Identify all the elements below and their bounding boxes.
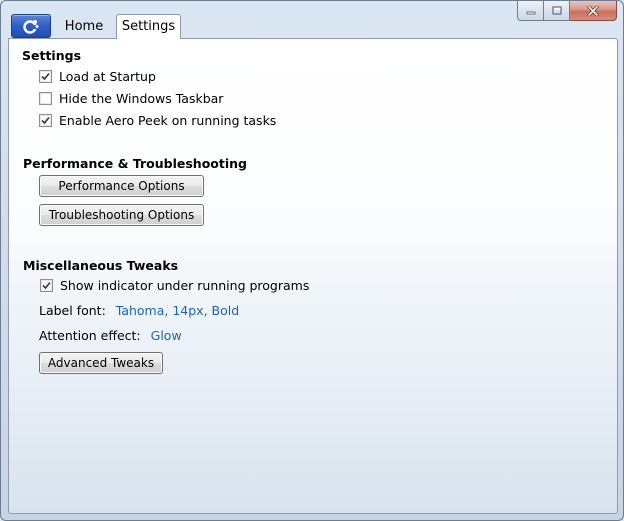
label-font-row: Label font: Tahoma, 14px, Bold — [39, 303, 239, 318]
load-at-startup-label: Load at Startup — [59, 69, 156, 84]
aero-peek-checkbox[interactable] — [39, 114, 52, 127]
load-at-startup-checkbox[interactable] — [39, 70, 52, 83]
checkmark-icon — [41, 72, 50, 81]
caption-buttons — [517, 1, 617, 21]
attention-effect-label: Attention effect: — [39, 328, 141, 343]
close-icon — [587, 5, 599, 16]
minimize-button[interactable] — [517, 1, 544, 21]
hide-taskbar-checkbox[interactable] — [39, 92, 52, 105]
app-window: Home Settings Settings Load at Startup H… — [0, 0, 624, 521]
show-indicator-checkbox[interactable] — [40, 279, 53, 292]
aero-peek-label: Enable Aero Peek on running tasks — [59, 113, 277, 128]
title-bar: Home Settings — [1, 1, 623, 39]
close-button[interactable] — [570, 1, 617, 21]
show-indicator-label: Show indicator under running programs — [60, 278, 310, 293]
performance-heading: Performance & Troubleshooting — [23, 156, 247, 171]
app-logo-icon — [23, 20, 39, 34]
hide-taskbar-option[interactable]: Hide the Windows Taskbar — [39, 91, 223, 106]
maximize-button[interactable] — [544, 1, 570, 21]
aero-peek-option[interactable]: Enable Aero Peek on running tasks — [39, 113, 276, 128]
tab-settings[interactable]: Settings — [116, 14, 181, 39]
minimize-icon — [526, 11, 535, 14]
hide-taskbar-label: Hide the Windows Taskbar — [59, 91, 224, 106]
settings-panel: Settings Load at Startup Hide the Window… — [8, 38, 618, 514]
troubleshooting-options-button[interactable]: Troubleshooting Options — [39, 204, 204, 226]
misc-heading: Miscellaneous Tweaks — [23, 258, 179, 273]
settings-heading: Settings — [22, 48, 82, 63]
label-font-label: Label font: — [39, 303, 106, 318]
attention-effect-link[interactable]: Glow — [151, 328, 182, 343]
checkmark-icon — [41, 116, 50, 125]
advanced-tweaks-button[interactable]: Advanced Tweaks — [39, 352, 163, 374]
checkmark-icon — [42, 281, 51, 290]
load-at-startup-option[interactable]: Load at Startup — [39, 69, 156, 84]
attention-effect-row: Attention effect: Glow — [39, 328, 182, 343]
maximize-icon — [552, 6, 561, 15]
show-indicator-option[interactable]: Show indicator under running programs — [40, 278, 309, 293]
app-menu-button[interactable] — [11, 14, 51, 38]
label-font-link[interactable]: Tahoma, 14px, Bold — [116, 303, 239, 318]
performance-options-button[interactable]: Performance Options — [39, 175, 204, 197]
tab-home[interactable]: Home — [57, 15, 111, 38]
